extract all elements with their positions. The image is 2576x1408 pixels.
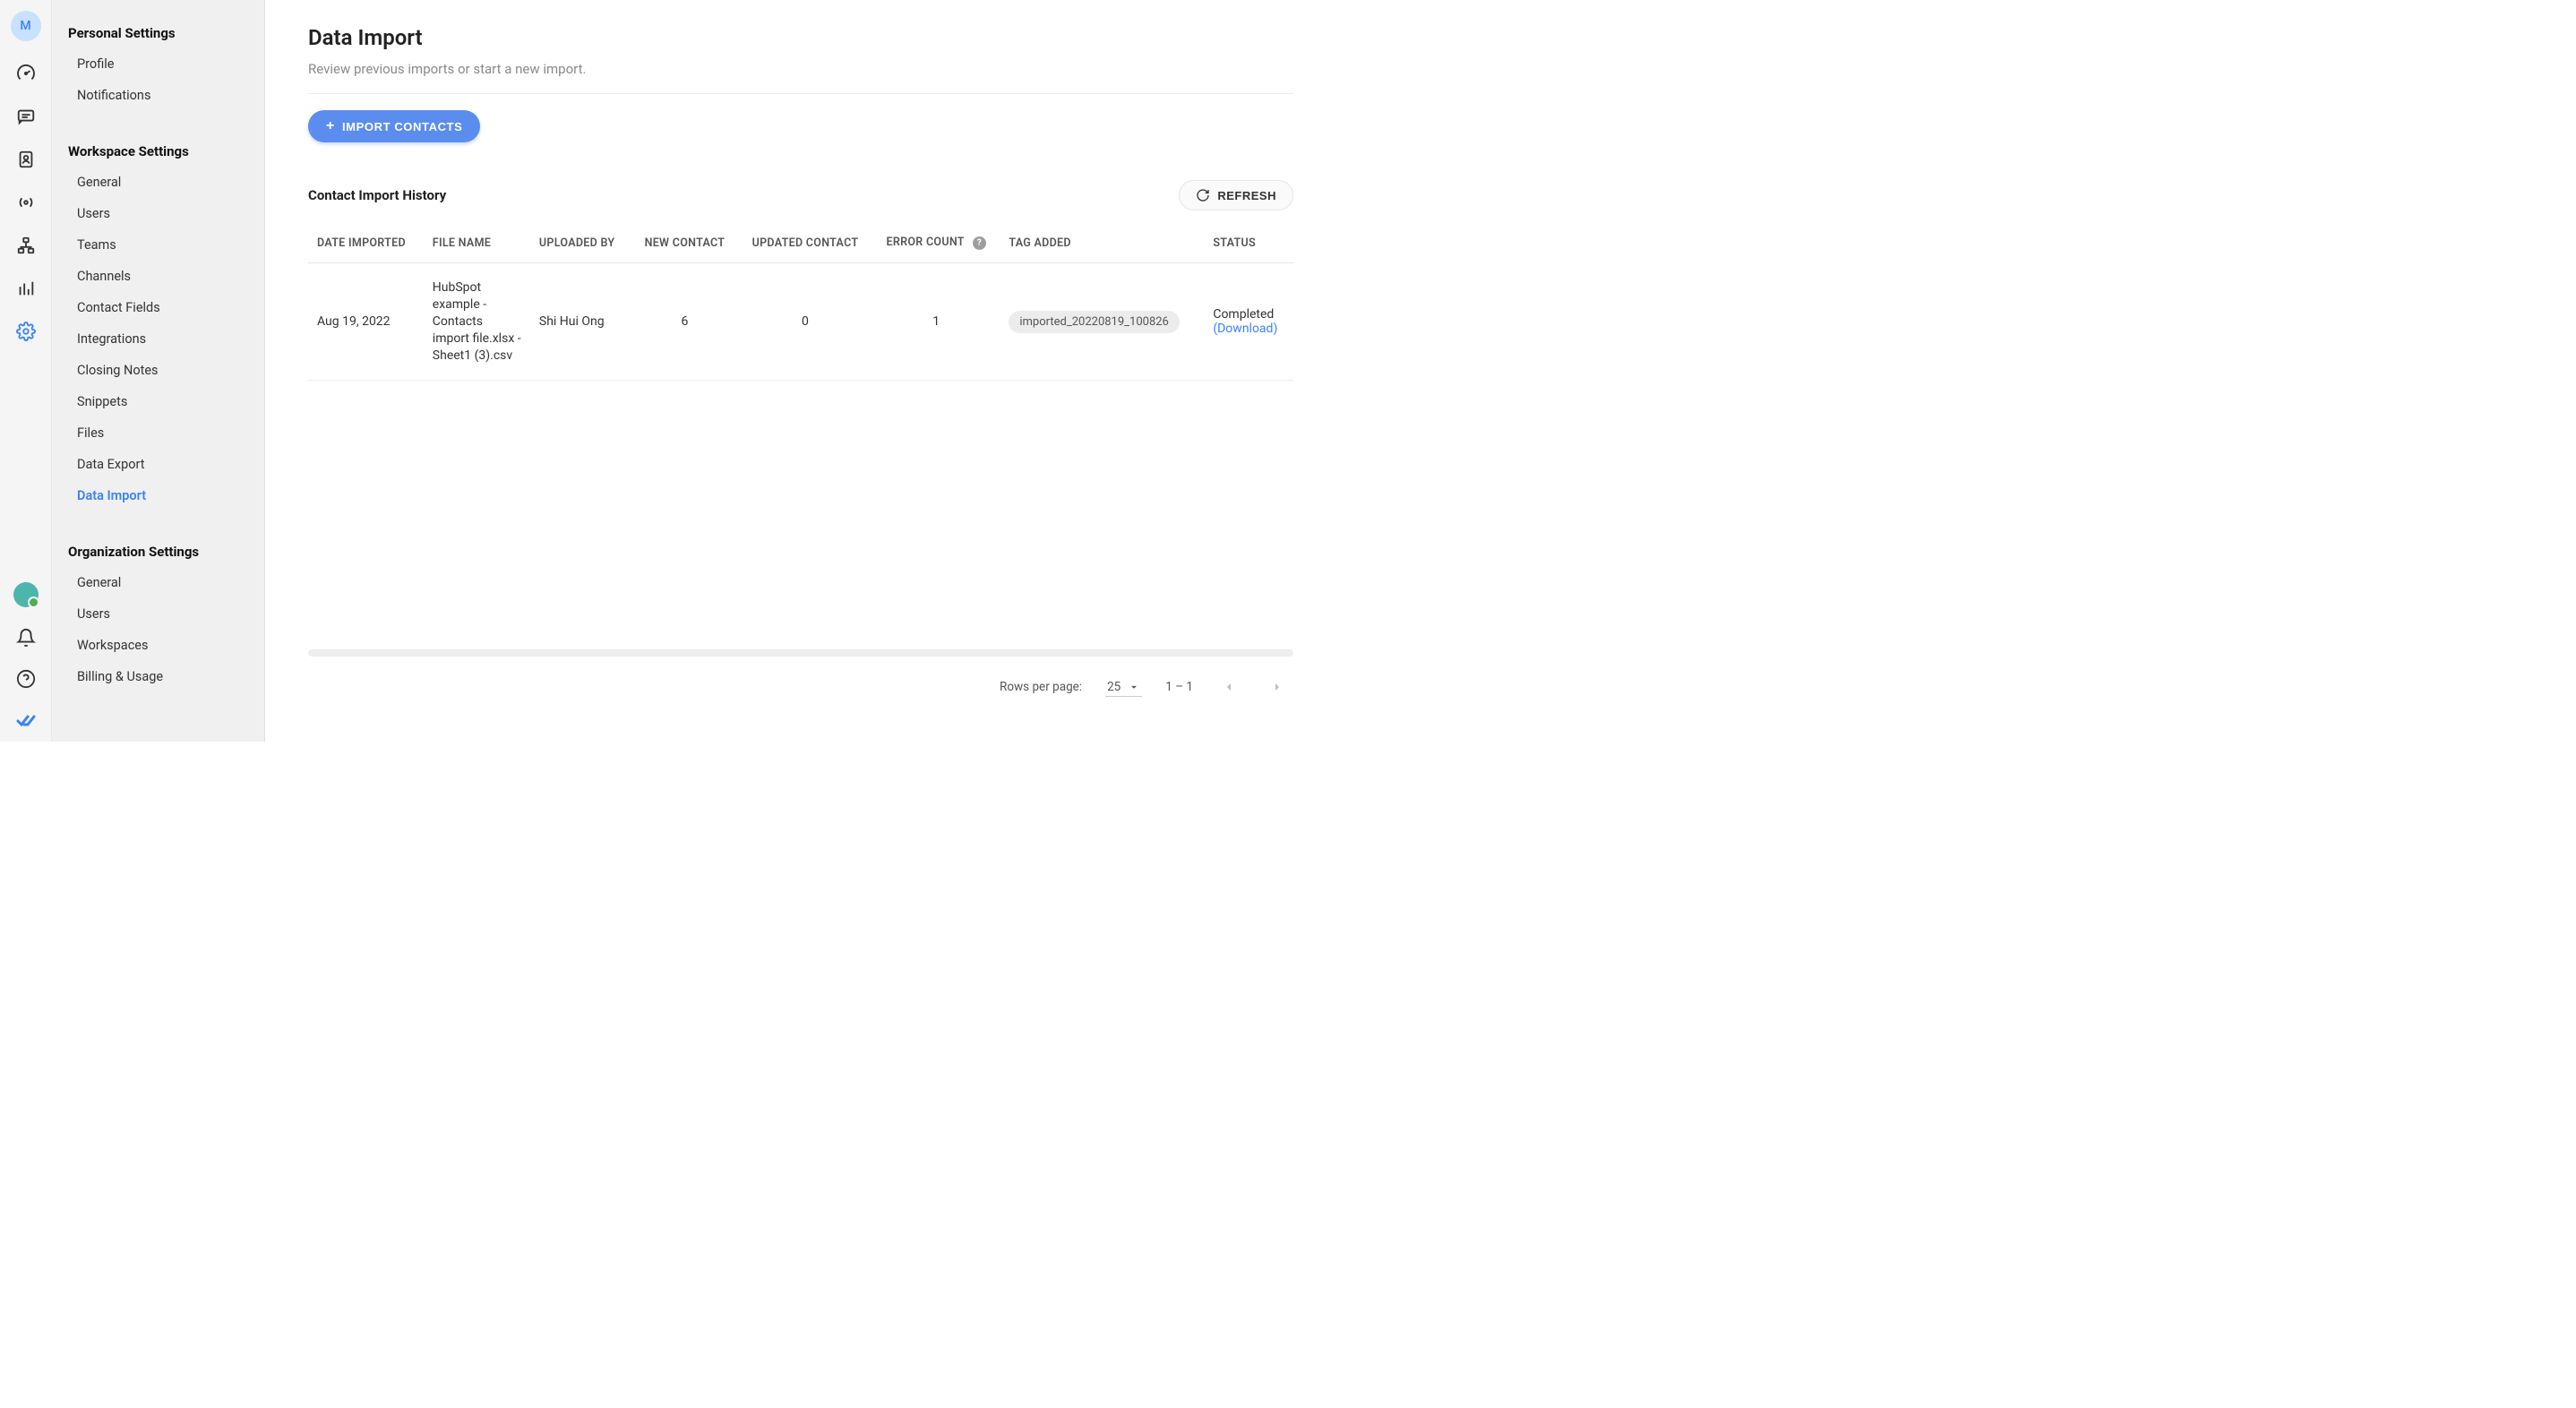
sidebar-item-files[interactable]: Files (52, 417, 264, 449)
personal-settings-header: Personal Settings (52, 18, 264, 48)
cell-new-contact: 6 (631, 263, 738, 381)
next-page-button[interactable] (1265, 674, 1290, 700)
col-tag-added: TAG ADDED (1000, 223, 1204, 263)
col-date: DATE IMPORTED (308, 223, 424, 263)
cell-date: Aug 19, 2022 (308, 263, 424, 381)
sidebar-item-channels[interactable]: Channels (52, 261, 264, 292)
sidebar-item-teams[interactable]: Teams (52, 229, 264, 261)
col-status: STATUS (1204, 223, 1293, 263)
dashboard-icon[interactable] (15, 63, 37, 84)
col-updated-contact: UPDATED CONTACT (738, 223, 872, 263)
workflow-icon[interactable] (15, 235, 37, 256)
contacts-icon[interactable] (15, 149, 37, 170)
col-uploaded-by: UPLOADED BY (530, 223, 631, 263)
chevron-left-icon (1222, 680, 1236, 694)
brand-logo-icon (15, 709, 37, 731)
cell-status: Completed (Download) (1204, 263, 1293, 381)
sidebar-item-org-general[interactable]: General (52, 567, 264, 598)
col-new-contact: NEW CONTACT (631, 223, 738, 263)
page-title: Data Import (308, 25, 1321, 50)
plus-icon: + (326, 119, 335, 133)
sidebar-item-data-import[interactable]: Data Import (52, 480, 264, 511)
cell-error-count: 1 (872, 263, 1000, 381)
page-subtitle: Review previous imports or start a new i… (308, 61, 1293, 94)
sidebar-item-org-billing[interactable]: Billing & Usage (52, 661, 264, 692)
workspace-settings-header: Workspace Settings (52, 136, 264, 167)
cell-updated-contact: 0 (738, 263, 872, 381)
notifications-icon[interactable] (15, 627, 37, 648)
refresh-icon (1196, 188, 1210, 202)
error-count-help-icon[interactable]: ? (973, 236, 986, 250)
import-contacts-label: IMPORT CONTACTS (342, 120, 462, 133)
sidebar-item-integrations[interactable]: Integrations (52, 323, 264, 355)
sidebar-item-general[interactable]: General (52, 167, 264, 198)
broadcast-icon[interactable] (15, 192, 37, 213)
pagination: Rows per page: 25 1 – 1 (308, 674, 1293, 700)
chevron-right-icon (1270, 680, 1284, 694)
download-link[interactable]: (Download) (1213, 322, 1284, 336)
chevron-down-icon (1128, 681, 1140, 693)
prev-page-button[interactable] (1216, 674, 1241, 700)
import-contacts-button[interactable]: + IMPORT CONTACTS (308, 110, 480, 142)
rows-per-page-label: Rows per page: (1000, 680, 1082, 694)
help-icon[interactable] (15, 668, 37, 690)
tag-chip: imported_20220819_100826 (1009, 311, 1180, 333)
sidebar-item-snippets[interactable]: Snippets (52, 386, 264, 417)
reports-icon[interactable] (15, 278, 37, 299)
import-history-table: DATE IMPORTED FILE NAME UPLOADED BY NEW … (308, 223, 1293, 381)
settings-sidebar: Personal Settings Profile Notifications … (52, 0, 265, 742)
settings-icon[interactable] (15, 321, 37, 342)
sidebar-item-profile[interactable]: Profile (52, 48, 264, 80)
messages-icon[interactable] (15, 106, 37, 127)
col-file: FILE NAME (424, 223, 530, 263)
sidebar-item-org-workspaces[interactable]: Workspaces (52, 630, 264, 661)
horizontal-scrollbar[interactable] (308, 649, 1293, 657)
sidebar-item-data-export[interactable]: Data Export (52, 449, 264, 480)
rows-per-page-select[interactable]: 25 (1105, 678, 1142, 697)
table-row: Aug 19, 2022 HubSpot example - Contacts … (308, 263, 1293, 381)
refresh-label: REFRESH (1217, 189, 1276, 202)
sidebar-item-users[interactable]: Users (52, 198, 264, 229)
status-text: Completed (1213, 307, 1284, 322)
main-content: Data Import Review previous imports or s… (265, 0, 1357, 742)
organization-settings-header: Organization Settings (52, 537, 264, 567)
refresh-button[interactable]: REFRESH (1179, 180, 1293, 210)
sidebar-item-notifications[interactable]: Notifications (52, 80, 264, 111)
sidebar-item-contact-fields[interactable]: Contact Fields (52, 292, 264, 323)
workspace-avatar[interactable]: M (11, 11, 41, 41)
cell-uploaded-by: Shi Hui Ong (530, 263, 631, 381)
col-error-count: ERROR COUNT ? (872, 223, 1000, 263)
cell-file: HubSpot example - Contacts import file.x… (424, 263, 530, 381)
cell-tag: imported_20220819_100826 (1000, 263, 1204, 381)
sidebar-item-closing-notes[interactable]: Closing Notes (52, 355, 264, 386)
sidebar-item-org-users[interactable]: Users (52, 598, 264, 630)
icon-rail: M (0, 0, 52, 742)
user-avatar[interactable] (13, 582, 39, 607)
pagination-range: 1 – 1 (1165, 680, 1193, 694)
history-title: Contact Import History (308, 187, 446, 203)
